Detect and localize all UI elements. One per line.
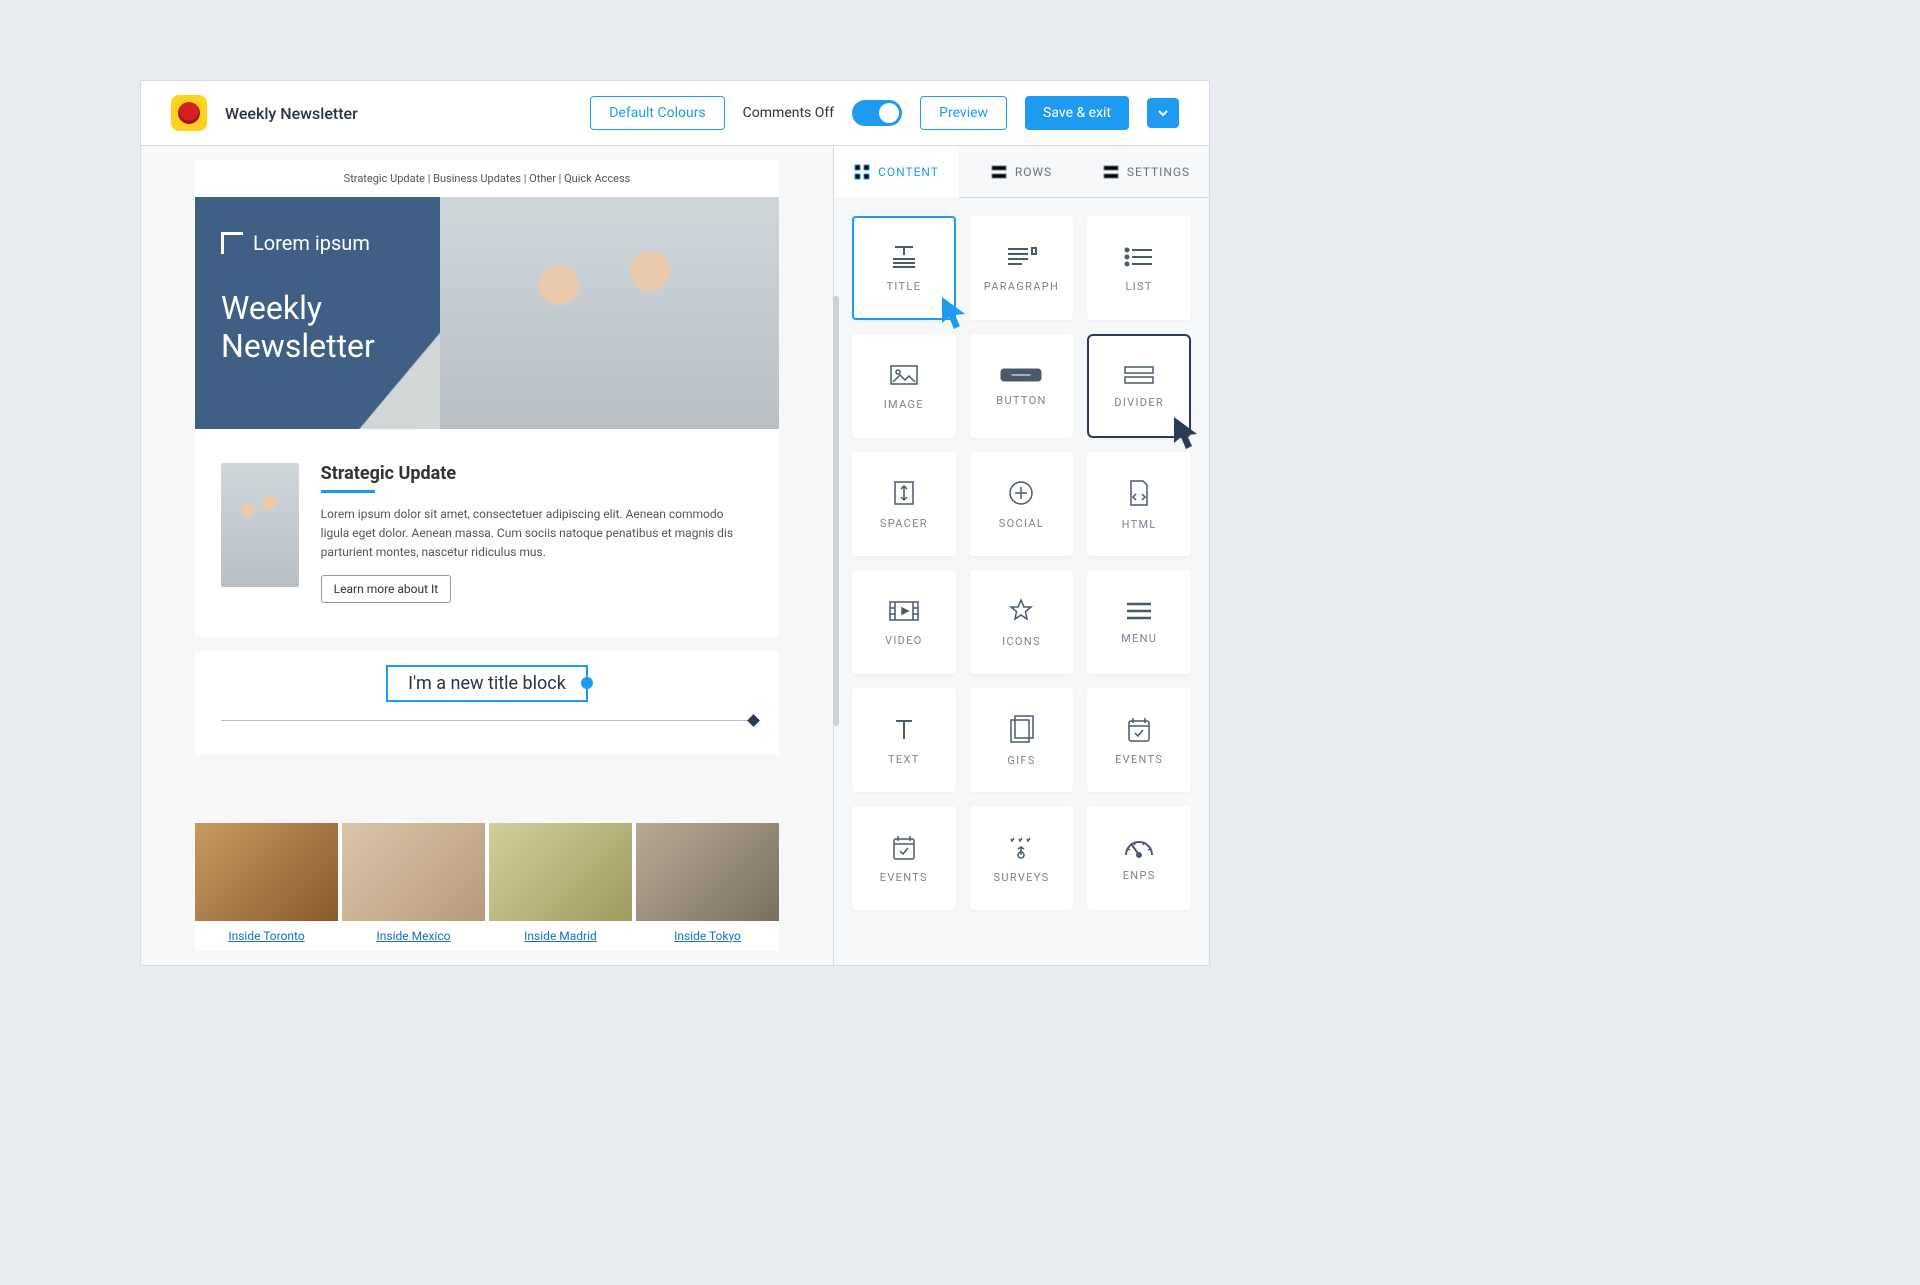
comments-toggle[interactable]	[852, 100, 902, 126]
tab-settings[interactable]: SETTINGS	[1084, 146, 1209, 198]
calendar-check-icon	[891, 833, 917, 861]
drag-handle-icon[interactable]	[581, 677, 593, 689]
comments-status[interactable]: Comments Off	[743, 105, 834, 121]
hero-title: Weekly Newsletter	[221, 289, 375, 366]
side-tabs: CONTENT ROWS SETTINGS	[834, 146, 1209, 198]
save-exit-button[interactable]: Save & exit	[1025, 96, 1129, 130]
card-link[interactable]: Inside Madrid	[524, 929, 597, 943]
app-frame: Weekly Newsletter Default Colours Commen…	[140, 80, 1210, 966]
gauge-icon	[1122, 835, 1156, 859]
chevron-down-icon	[1157, 107, 1169, 119]
block-video[interactable]: VIDEO	[852, 570, 956, 674]
default-colours-button[interactable]: Default Colours	[590, 96, 724, 130]
brand-mark-icon	[221, 232, 243, 254]
email-nav: Strategic Update | Business Updates | Ot…	[195, 160, 779, 197]
section-title: Strategic Update	[321, 463, 753, 493]
block-image[interactable]: IMAGE	[852, 334, 956, 438]
divider-icon	[1121, 364, 1157, 386]
grid-image	[342, 823, 485, 921]
grid-image	[489, 823, 632, 921]
scrollbar[interactable]	[833, 296, 839, 726]
block-spacer[interactable]: SPACER	[852, 452, 956, 556]
settings-icon	[1103, 164, 1119, 180]
hero-brand: Lorem ipsum	[221, 231, 375, 255]
card-link[interactable]: Inside Tokyo	[674, 929, 741, 943]
title-icon	[887, 244, 921, 270]
preview-button[interactable]: Preview	[920, 96, 1007, 130]
block-social[interactable]: SOCIAL	[970, 452, 1074, 556]
block-gifs[interactable]: GIFS	[970, 688, 1074, 792]
side-panel: CONTENT ROWS SETTINGS TITLE	[833, 146, 1209, 965]
block-text[interactable]: TEXT	[852, 688, 956, 792]
block-paragraph[interactable]: PARAGRAPH	[970, 216, 1074, 320]
learn-more-button[interactable]: Learn more about It	[321, 575, 452, 603]
section-body: Lorem ipsum dolor sit amet, consectetuer…	[321, 505, 753, 563]
star-icon	[1007, 597, 1035, 625]
text-icon	[890, 715, 918, 743]
brand-name: Lorem ipsum	[253, 231, 370, 255]
gifs-icon	[1007, 714, 1035, 744]
html-icon	[1126, 478, 1152, 508]
block-events[interactable]: EVENTS	[1087, 688, 1191, 792]
block-events-2[interactable]: EVENTS	[852, 806, 956, 910]
block-enps[interactable]: ENPS	[1087, 806, 1191, 910]
canvas-pane: Strategic Update | Business Updates | Ot…	[141, 146, 833, 965]
survey-icon	[1005, 833, 1037, 861]
grid-icon	[854, 164, 870, 180]
divider-preview	[221, 720, 753, 721]
strategic-update-section: Strategic Update Lorem ipsum dolor sit a…	[195, 429, 779, 637]
tab-rows[interactable]: ROWS	[959, 146, 1084, 198]
block-title[interactable]: TITLE	[852, 216, 956, 320]
list-icon	[1122, 244, 1156, 270]
paragraph-icon	[1004, 244, 1038, 270]
new-title-block[interactable]: I'm a new title block	[386, 665, 588, 702]
new-block-canvas[interactable]: I'm a new title block	[195, 651, 779, 755]
block-menu[interactable]: MENU	[1087, 570, 1191, 674]
card-link[interactable]: Inside Mexico	[377, 929, 451, 943]
email-canvas[interactable]: Strategic Update | Business Updates | Ot…	[195, 160, 779, 637]
block-divider[interactable]: DIVIDER	[1087, 334, 1191, 438]
block-surveys[interactable]: SURVEYS	[970, 806, 1074, 910]
hero-image	[440, 197, 779, 429]
video-icon	[887, 598, 921, 624]
brand-logo	[171, 95, 207, 131]
card-link[interactable]: Inside Toronto	[228, 929, 304, 943]
grid-image	[195, 823, 338, 921]
calendar-check-icon	[1126, 715, 1152, 743]
save-exit-dropdown[interactable]	[1147, 98, 1179, 128]
image-icon	[887, 362, 921, 388]
spacer-icon	[891, 479, 917, 507]
block-icons[interactable]: ICONS	[970, 570, 1074, 674]
menu-icon	[1124, 600, 1154, 622]
social-icon	[1007, 479, 1035, 507]
grid-canvas[interactable]: Inside Toronto Inside Mexico Inside Madr…	[195, 823, 779, 951]
section-image	[221, 463, 299, 587]
document-title: Weekly Newsletter	[225, 104, 358, 123]
content-blocks: TITLE PARAGRAPH LIST IMAGE BUTTON	[834, 198, 1209, 920]
topbar: Weekly Newsletter Default Colours Commen…	[141, 81, 1209, 146]
block-button[interactable]: BUTTON	[970, 334, 1074, 438]
block-list[interactable]: LIST	[1087, 216, 1191, 320]
rows-icon	[991, 164, 1007, 180]
tab-content[interactable]: CONTENT	[834, 146, 959, 198]
editor-body: Strategic Update | Business Updates | Ot…	[141, 146, 1209, 965]
block-html[interactable]: HTML	[1087, 452, 1191, 556]
button-icon	[999, 366, 1043, 384]
hero: Lorem ipsum Weekly Newsletter	[195, 197, 779, 429]
grid-image	[636, 823, 779, 921]
